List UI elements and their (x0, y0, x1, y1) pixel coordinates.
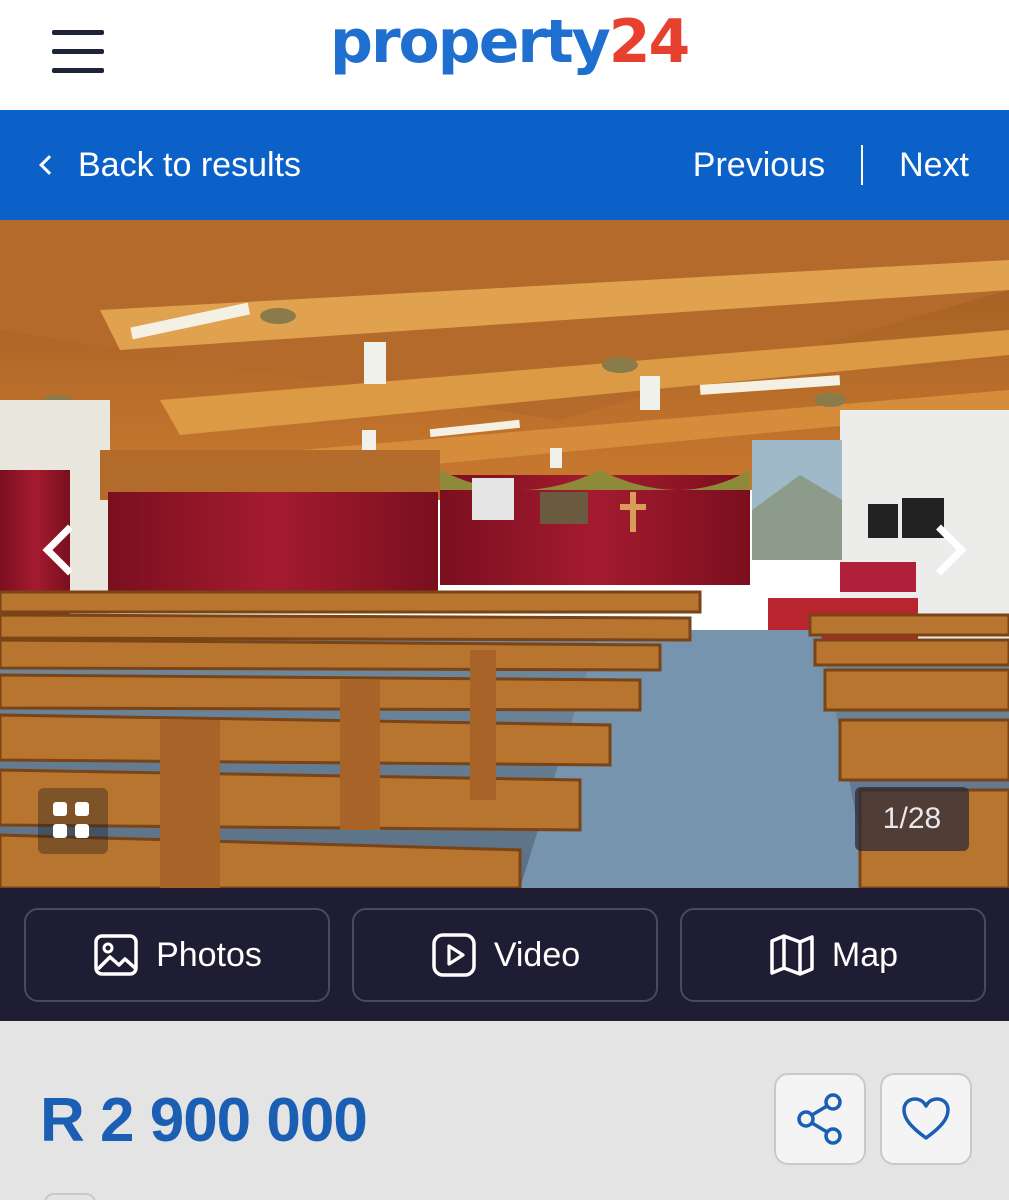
map-button[interactable]: Map (680, 908, 986, 1002)
previous-next-controls: Previous Next (693, 110, 969, 220)
image-icon (94, 934, 138, 976)
photo-counter: 1/28 (855, 787, 969, 851)
photos-button[interactable]: Photos (24, 908, 330, 1002)
chevron-right-icon[interactable] (915, 510, 979, 590)
map-icon (770, 934, 814, 976)
photos-label: Photos (156, 935, 262, 974)
site-header: property24 (0, 0, 1009, 110)
results-navigation-bar: Back to results Previous Next (0, 110, 1009, 220)
video-button[interactable]: Video (352, 908, 658, 1002)
logo-text-24: 24 (608, 7, 690, 77)
back-to-results-link[interactable]: Back to results (36, 110, 301, 220)
listing-photo[interactable]: 1/28 (0, 220, 1009, 888)
property24-logo[interactable]: property24 (330, 2, 690, 82)
listing-summary: R 2 900 000 (0, 1021, 1009, 1200)
chevron-left-icon (39, 155, 59, 175)
partial-element (44, 1193, 96, 1200)
logo-text-property: property (330, 7, 611, 77)
chevron-left-icon[interactable] (30, 510, 94, 590)
listing-price: R 2 900 000 (40, 1086, 368, 1155)
heart-icon (902, 1097, 950, 1140)
grid-icon[interactable] (38, 788, 108, 854)
back-to-results-label: Back to results (78, 145, 301, 184)
share-icon (797, 1093, 842, 1145)
play-icon (432, 933, 476, 977)
favourite-button[interactable] (880, 1073, 972, 1165)
next-link[interactable]: Next (899, 146, 969, 185)
previous-link[interactable]: Previous (693, 146, 825, 185)
video-label: Video (493, 935, 581, 974)
map-label: Map (831, 935, 899, 974)
media-buttons-bar: Photos Video Map (0, 888, 1009, 1021)
hamburger-menu-icon[interactable] (52, 30, 104, 74)
divider (861, 145, 864, 185)
share-button[interactable] (774, 1073, 866, 1165)
